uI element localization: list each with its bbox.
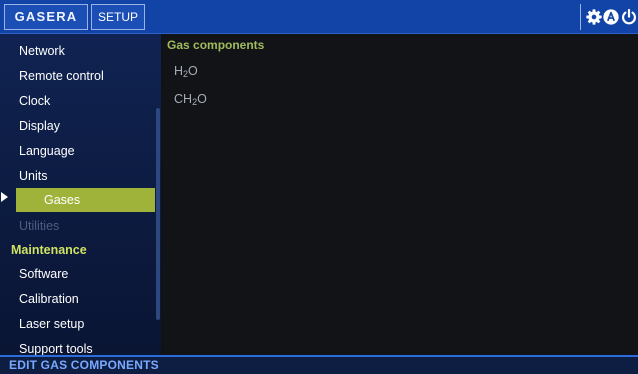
sidebar-item-language[interactable]: Language	[19, 140, 75, 162]
sidebar-item-remote-control[interactable]: Remote control	[19, 65, 104, 87]
gasera-logo: GASERA	[4, 4, 88, 30]
sidebar-item-calibration[interactable]: Calibration	[19, 288, 79, 310]
gas-formula-tail: O	[197, 92, 207, 106]
scrollbar-thumb[interactable]	[156, 108, 160, 320]
sidebar-item-label: Gases	[44, 193, 81, 207]
gas-item-h2o[interactable]: H2O	[174, 64, 198, 79]
sidebar-item-network[interactable]: Network	[19, 40, 65, 62]
sidebar-item-software[interactable]: Software	[19, 263, 68, 285]
main-panel: Gas components H2O CH2O	[163, 34, 638, 355]
a-circle-icon[interactable]	[602, 8, 620, 26]
gas-item-ch2o[interactable]: CH2O	[174, 92, 207, 107]
tab-setup[interactable]: SETUP	[91, 4, 145, 30]
top-bar: GASERA SETUP	[0, 0, 638, 34]
gas-formula-subscript: 2	[192, 97, 198, 107]
power-icon[interactable]	[620, 8, 638, 26]
sidebar-item-laser-setup[interactable]: Laser setup	[19, 313, 84, 335]
panel-title: Gas components	[167, 38, 265, 52]
sidebar-menu: Network Remote control Clock Display Lan…	[0, 34, 161, 356]
gear-icon[interactable]	[585, 8, 603, 26]
status-text: EDIT GAS COMPONENTS	[9, 358, 159, 372]
sidebar-item-gases[interactable]: Gases	[16, 188, 155, 212]
sidebar-item-utilities: Utilities	[19, 219, 60, 233]
status-bar: EDIT GAS COMPONENTS	[0, 355, 638, 374]
sidebar-item-units[interactable]: Units	[19, 165, 47, 187]
section-maintenance: Maintenance	[11, 243, 87, 257]
gas-formula-base: H	[174, 64, 184, 78]
gas-formula-tail: O	[188, 64, 198, 78]
selected-arrow-icon	[1, 192, 8, 202]
gas-formula-subscript: 2	[183, 69, 189, 79]
sidebar-scrollbar[interactable]	[155, 34, 161, 355]
sidebar-item-clock[interactable]: Clock	[19, 90, 50, 112]
sidebar-item-display[interactable]: Display	[19, 115, 60, 137]
top-icon-group	[580, 4, 638, 30]
gas-formula-base: CH	[174, 92, 193, 106]
